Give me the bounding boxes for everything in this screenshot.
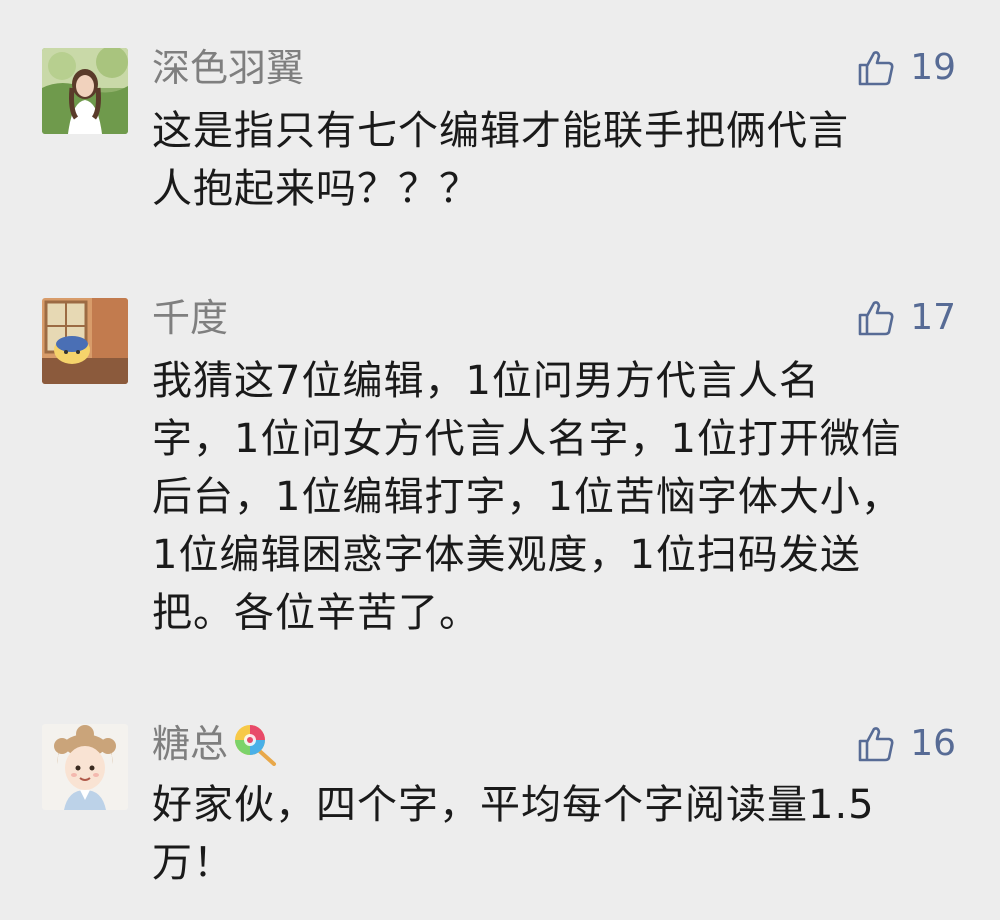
lollipop-emoji (235, 725, 277, 766)
like-count: 16 (910, 723, 956, 764)
nickname[interactable]: 千度 (152, 296, 228, 340)
comment-line: 好家伙，四个字，平均每个字阅读量1.5 (152, 782, 875, 828)
comment-line: 字，1位问女方代言人名字，1位打开微信 (152, 416, 902, 462)
thumbs-up-icon (858, 51, 894, 86)
avatar[interactable] (42, 298, 128, 384)
comment-line: 人抱起来吗？？？ (152, 166, 480, 212)
comment-line: 这是指只有七个编辑才能联手把俩代言 (152, 108, 849, 154)
thumbs-up-icon (858, 727, 894, 762)
comment-line: 1位编辑困惑字体美观度，1位扫码发送 (152, 532, 861, 578)
nickname-text: 糖总 (152, 722, 229, 766)
comment-line: 把。各位辛苦了。 (152, 590, 480, 636)
avatar[interactable] (42, 724, 128, 810)
avatar[interactable] (42, 48, 128, 134)
nickname[interactable]: 深色羽翼 (152, 46, 304, 90)
comment-line: 后台，1位编辑打字，1位苦恼字体大小， (152, 474, 902, 520)
comment-text: 这是指只有七个编辑才能联手把俩代言 人抱起来吗？？？ (152, 102, 952, 218)
comment-text: 好家伙，四个字，平均每个字阅读量1.5 万！ (152, 776, 952, 892)
comment-line: 我猜这7位编辑，1位问男方代言人名 (152, 358, 820, 404)
comment-line: 万！ (152, 840, 234, 886)
comment-text: 我猜这7位编辑，1位问男方代言人名 字，1位问女方代言人名字，1位打开微信 后台… (152, 352, 952, 642)
like-button[interactable]: 19 (856, 46, 956, 90)
like-count: 19 (910, 47, 956, 88)
nickname[interactable]: 糖总 (152, 722, 278, 766)
like-count: 17 (910, 297, 956, 338)
like-button[interactable]: 17 (856, 296, 956, 340)
like-button[interactable]: 16 (856, 722, 956, 766)
thumbs-up-icon (858, 301, 894, 336)
